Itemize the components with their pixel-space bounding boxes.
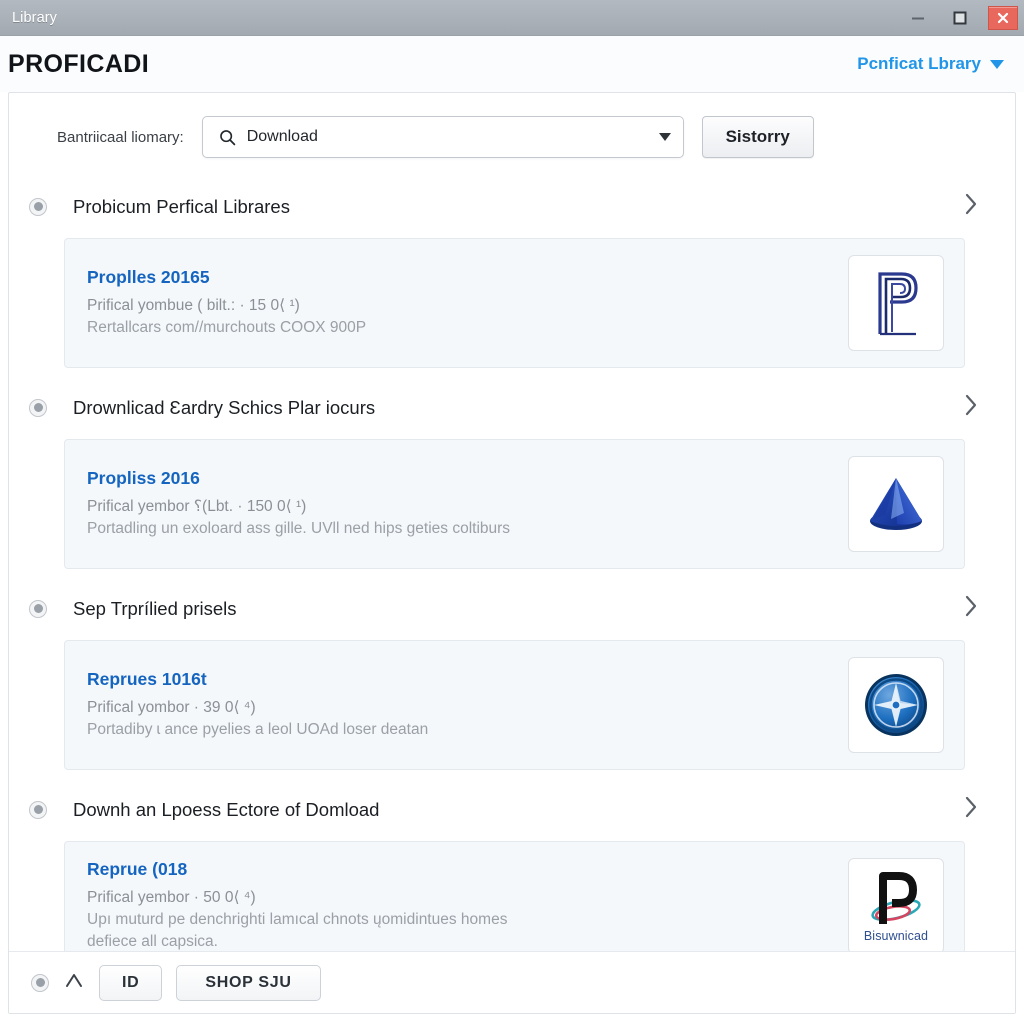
page-title: PROFICADI <box>8 49 150 78</box>
section: Probicum Perfical Librares Proplles 2016… <box>9 181 993 368</box>
result-card-line-4: defiece all capsica. <box>87 933 218 950</box>
radio-selected-icon[interactable] <box>29 197 47 216</box>
result-card[interactable]: Proplles 20165 Prifical yombue ( bilt.: … <box>64 238 965 368</box>
result-card[interactable]: Propliss 2016 Prifical yembor ⸮(Lbt. · 1… <box>64 439 965 569</box>
id-button[interactable]: ID <box>99 964 163 1001</box>
radio-selected-icon[interactable] <box>31 973 49 992</box>
search-label: Bantriicaal liomary: <box>57 128 184 146</box>
blue-cone-icon <box>870 478 922 530</box>
result-card-line-3: Portadiby ɩ ance pyelies a leol UOAd los… <box>87 721 429 738</box>
section-header[interactable]: Downh an Lpoess Ectore of Domload <box>9 784 993 835</box>
section-header[interactable]: Sep Trprílied prisels <box>9 583 993 634</box>
result-card-line-2: Prifical yombue ( bilt.: · 15 0⟨ ¹) <box>87 297 300 314</box>
chevron-right-icon[interactable] <box>963 191 993 222</box>
minimize-button[interactable] <box>900 5 936 31</box>
letter-p-orbit-icon <box>871 871 921 924</box>
library-selector[interactable]: Pcnficat Lbrary <box>857 54 1004 74</box>
result-card-title[interactable]: Reprues 1016t <box>87 669 832 690</box>
sections-list: Probicum Perfical Librares Proplles 2016… <box>9 181 1015 1013</box>
result-card-body: Reprues 1016t Prifical yombor · 39 0⟨ ⁴)… <box>87 669 832 741</box>
search-toolbar: Bantriicaal liomary: Download Sistorry <box>9 93 1015 181</box>
result-card[interactable]: Reprues 1016t Prifical yombor · 39 0⟨ ⁴)… <box>64 640 965 770</box>
result-card-line-2: Prifical yembor · 50 0⟨ ⁴) <box>87 889 256 906</box>
blue-seal-compass-icon <box>865 674 927 736</box>
content-panel: Bantriicaal liomary: Download Sistorry P… <box>8 92 1016 1014</box>
chevron-right-icon[interactable] <box>963 392 993 423</box>
window-title: Library <box>12 9 58 26</box>
section: Drownlicad Ɛardry Schics Plar iocurs Pro… <box>9 382 993 569</box>
result-thumbnail <box>848 657 944 753</box>
result-card-title[interactable]: Reprue (018 <box>87 859 832 880</box>
search-input[interactable]: Download <box>247 128 648 146</box>
section-header[interactable]: Drownlicad Ɛardry Schics Plar iocurs <box>9 382 993 433</box>
radio-selected-icon[interactable] <box>29 800 47 819</box>
radio-selected-icon[interactable] <box>29 398 47 417</box>
section: Sep Trprílied prisels Reprues 1016t Prif… <box>9 583 993 770</box>
section: Downh an Lpoess Ectore of Domload Reprue… <box>9 784 993 971</box>
window-controls <box>900 5 1020 31</box>
chevron-right-icon[interactable] <box>963 593 993 624</box>
application-window: Library PROFICADI Pcnficat Lbrary Bantri… <box>0 0 1024 1024</box>
result-card-title[interactable]: Proplles 20165 <box>87 267 832 288</box>
chevron-down-icon[interactable] <box>658 133 671 141</box>
section-title: Sep Trprílied prisels <box>73 597 237 619</box>
search-icon <box>219 129 236 145</box>
page-header: PROFICADI Pcnficat Lbrary <box>0 36 1024 92</box>
footer-bar: ID SHOP SJU <box>9 951 1015 1013</box>
section-title: Probicum Perfical Librares <box>73 195 290 217</box>
section-header[interactable]: Probicum Perfical Librares <box>9 181 993 232</box>
result-card-body: Propliss 2016 Prifical yembor ⸮(Lbt. · 1… <box>87 468 832 540</box>
section-title: Drownlicad Ɛardry Schics Plar iocurs <box>73 396 376 418</box>
history-button[interactable]: Sistorry <box>701 116 814 158</box>
close-button[interactable] <box>988 5 1018 30</box>
result-thumbnail: Bisuwnicad <box>848 858 944 954</box>
chevron-up-icon[interactable] <box>63 971 85 994</box>
library-selector-label: Pcnficat Lbrary <box>857 54 981 73</box>
result-card-line-3: Upı muturd pe denchrighti lamıcal chnots… <box>87 911 508 928</box>
result-card-line-3: Portadling un exoloard ass gille. UVll n… <box>87 520 511 537</box>
radio-selected-icon[interactable] <box>29 599 47 618</box>
section-title: Downh an Lpoess Ectore of Domload <box>73 798 380 820</box>
chevron-right-icon[interactable] <box>963 794 993 825</box>
letter-p-outline-icon <box>878 272 918 336</box>
result-card-body: Reprue (018 Prifical yembor · 50 0⟨ ⁴) U… <box>87 859 832 953</box>
result-thumbnail <box>848 456 944 552</box>
result-card-line-2: Prifical yembor ⸮(Lbt. · 150 0⟨ ¹) <box>87 498 307 515</box>
result-card-body: Proplles 20165 Prifical yombue ( bilt.: … <box>87 267 832 339</box>
result-card-line-3: Rertallcars com//murchouts COOX 900P <box>87 319 367 336</box>
search-combobox[interactable]: Download <box>201 116 684 158</box>
shop-button[interactable]: SHOP SJU <box>176 964 321 1001</box>
title-bar: Library <box>0 0 1024 36</box>
result-thumbnail-label: Bisuwnicad <box>863 928 929 943</box>
result-thumbnail <box>848 255 944 351</box>
chevron-down-icon <box>990 59 1004 69</box>
result-card-title[interactable]: Propliss 2016 <box>87 468 832 489</box>
maximize-button[interactable] <box>942 5 978 31</box>
result-card-line-2: Prifical yombor · 39 0⟨ ⁴) <box>87 699 256 716</box>
